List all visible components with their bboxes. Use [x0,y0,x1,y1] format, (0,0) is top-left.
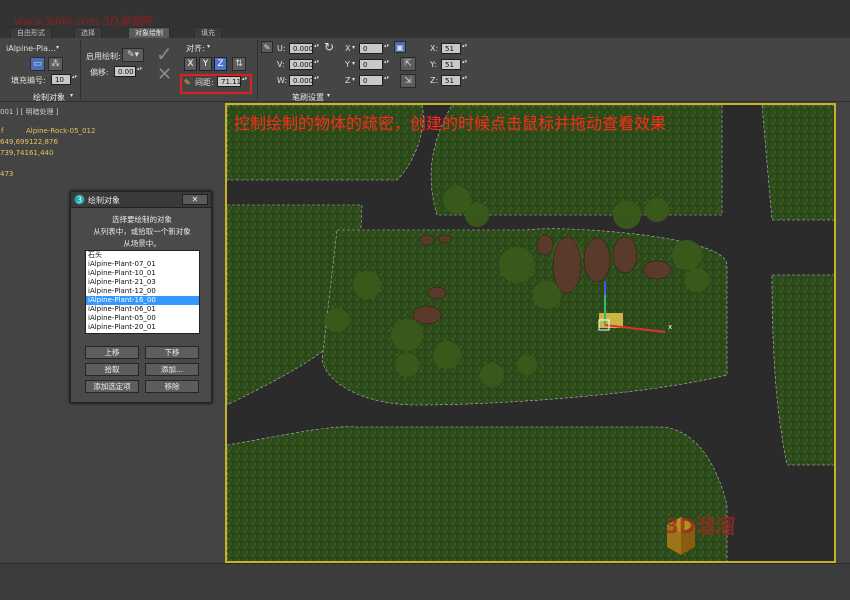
z-rot-label: Z [345,76,351,85]
uniform-scale-icon[interactable]: ⇱ [400,57,416,71]
rotate-icon[interactable]: ↻ [324,40,334,54]
u-label: U: [277,44,286,53]
list-item[interactable]: iAlpine-Plant-21_03 [86,278,199,287]
annotation-text: 控制绘制的物体的疏密，创建的时候点击鼠标并拖动查看效果 [234,114,667,133]
chevron-down-icon[interactable]: ▾ [352,76,355,83]
dialog-message-line: 从场景中。 [123,239,161,248]
enable-paint-label: 启用绘制: [86,52,121,61]
stats-line-1: 649,699122,876 [0,138,58,146]
separator [257,40,258,100]
y-scale-label: Y: [430,60,437,69]
info-mark: f [1,127,4,135]
w-label: W: [277,76,288,85]
x-rot-label: X [345,44,351,53]
stats-line-2: 739,74161,440 [0,149,54,157]
chevron-down-icon[interactable]: ▾ [56,44,59,51]
paint-object-list-icon[interactable]: ⁂ [48,57,63,71]
3dsmax-logo-icon: 3 [74,194,85,205]
add-selected-button[interactable]: 添加选定项 [85,380,139,393]
list-item[interactable]: iAlpine-Plant-05_00 [86,314,199,323]
add-button[interactable]: 添加... [145,363,199,376]
paint-objects-dialog: 3 绘制对象 ✕ 选择要绘制的对象 从列表中，或拾取一个新对象 从场景中。 石头… [70,191,212,403]
x-rot-field[interactable]: 0 [359,43,390,54]
dialog-title-bar[interactable]: 3 绘制对象 ✕ [71,192,211,208]
v-label: V: [277,60,285,69]
chevron-down-icon[interactable]: ▾ [207,43,210,50]
stats-line-3: 473 [0,170,14,178]
chevron-down-icon[interactable]: ▾ [70,92,73,99]
list-item[interactable]: iAlpine-Plant-06_01 [86,305,199,314]
dialog-message: 选择要绘制的对象 从列表中，或拾取一个新对象 从场景中。 [71,214,213,250]
commit-check-icon[interactable]: ✓ [156,42,173,66]
chevron-down-icon[interactable]: ▾ [352,60,355,67]
pick-button[interactable]: 拾取 [85,363,139,376]
u-field[interactable]: 0.000 [289,43,320,54]
offset-brush-icon[interactable]: ✎ [261,41,273,53]
scale-random-icon[interactable]: ⇲ [400,74,416,88]
paint-object-picker-icon[interactable]: ▭ [30,57,45,71]
tab-populate[interactable]: 填充 [194,27,222,38]
axis-x-button[interactable]: X [184,57,197,71]
paint-brush-icon[interactable]: ✎▾ [122,48,144,62]
list-item[interactable]: iAlpine-Plant-10_01 [86,269,199,278]
viewport-label[interactable]: 001 ] [ 明暗处理 ] [0,107,58,117]
z-rot-field[interactable]: 0 [359,75,390,86]
remove-button[interactable]: 移除 [145,380,199,393]
offset-label: 偏移: [90,68,109,77]
fill-number-label: 填充编号: [11,76,46,85]
list-item[interactable]: iAlpine-Plant-12_00 [86,287,199,296]
gizmo-x-label: x [668,323,673,331]
align-label: 对齐: [186,44,205,53]
top-tab-strip: www.3d66.com 3D溜溜网 自由形式 选择 对象绘制 填充 [0,0,850,38]
object-list[interactable]: 石头 iAlpine-Plant-07_01 iAlpine-Plant-10_… [85,250,200,334]
brush-settings-panel-title[interactable]: 笔刷设置 [292,92,324,103]
w-field[interactable]: 0.000 [289,75,320,86]
scale-mode-icon[interactable]: ▣ [394,41,406,53]
x-scale-field[interactable]: 51 [441,43,468,54]
tab-selection[interactable]: 选择 [74,27,102,38]
svg-text:3: 3 [77,196,82,205]
y-rot-label: Y [345,60,350,69]
tab-freeform[interactable]: 自由形式 [10,27,52,38]
perspective-viewport[interactable]: 控制绘制的物体的疏密，创建的时候点击鼠标并拖动查看效果 x 3D溜溜 [225,103,836,563]
paint-object-panel-title[interactable]: 绘制对象 [33,92,65,103]
axis-y-button[interactable]: Y [199,57,212,71]
v-field[interactable]: 0.000 [289,59,320,70]
move-down-button[interactable]: 下移 [145,346,199,359]
status-bar [0,563,850,600]
x-scale-label: X: [430,44,439,53]
scene-render [227,105,834,561]
z-scale-field[interactable]: 51 [441,75,468,86]
list-item-selected[interactable]: iAlpine-Plant-16_00 [86,296,199,305]
separator [80,40,81,100]
paint-object-name[interactable]: iAlpine-Pla... [6,44,56,53]
list-item[interactable]: iAlpine-Plant-07_01 [86,260,199,269]
chevron-down-icon[interactable]: ▾ [327,92,330,99]
tab-object-paint[interactable]: 对象绘制 [128,27,170,38]
dialog-message-line: 选择要绘制的对象 [112,215,172,224]
fill-number-field[interactable]: 10 [51,74,78,85]
dialog-title: 绘制对象 [88,196,120,205]
spacing-highlight-box [180,74,252,94]
chevron-down-icon[interactable]: ▾ [352,44,355,51]
axis-z-button[interactable]: Z [214,57,227,71]
list-item[interactable]: 石头 [86,251,199,260]
close-icon[interactable]: ✕ [182,194,208,205]
dialog-message-line: 从列表中，或拾取一个新对象 [93,227,191,236]
offset-field[interactable]: 0.00 [114,66,143,77]
y-scale-field[interactable]: 51 [441,59,468,70]
object-name-readout: Alpine-Rock-05_012 [26,127,96,135]
list-item[interactable]: iAlpine-Plant-20_01 [86,323,199,332]
flip-axis-icon[interactable]: ⇅ [232,57,246,71]
z-scale-label: Z: [430,76,439,85]
cancel-x-icon[interactable]: ✕ [157,64,172,85]
y-rot-field[interactable]: 0 [359,59,390,70]
logo-watermark: 3D溜溜 [665,514,736,538]
move-up-button[interactable]: 上移 [85,346,139,359]
